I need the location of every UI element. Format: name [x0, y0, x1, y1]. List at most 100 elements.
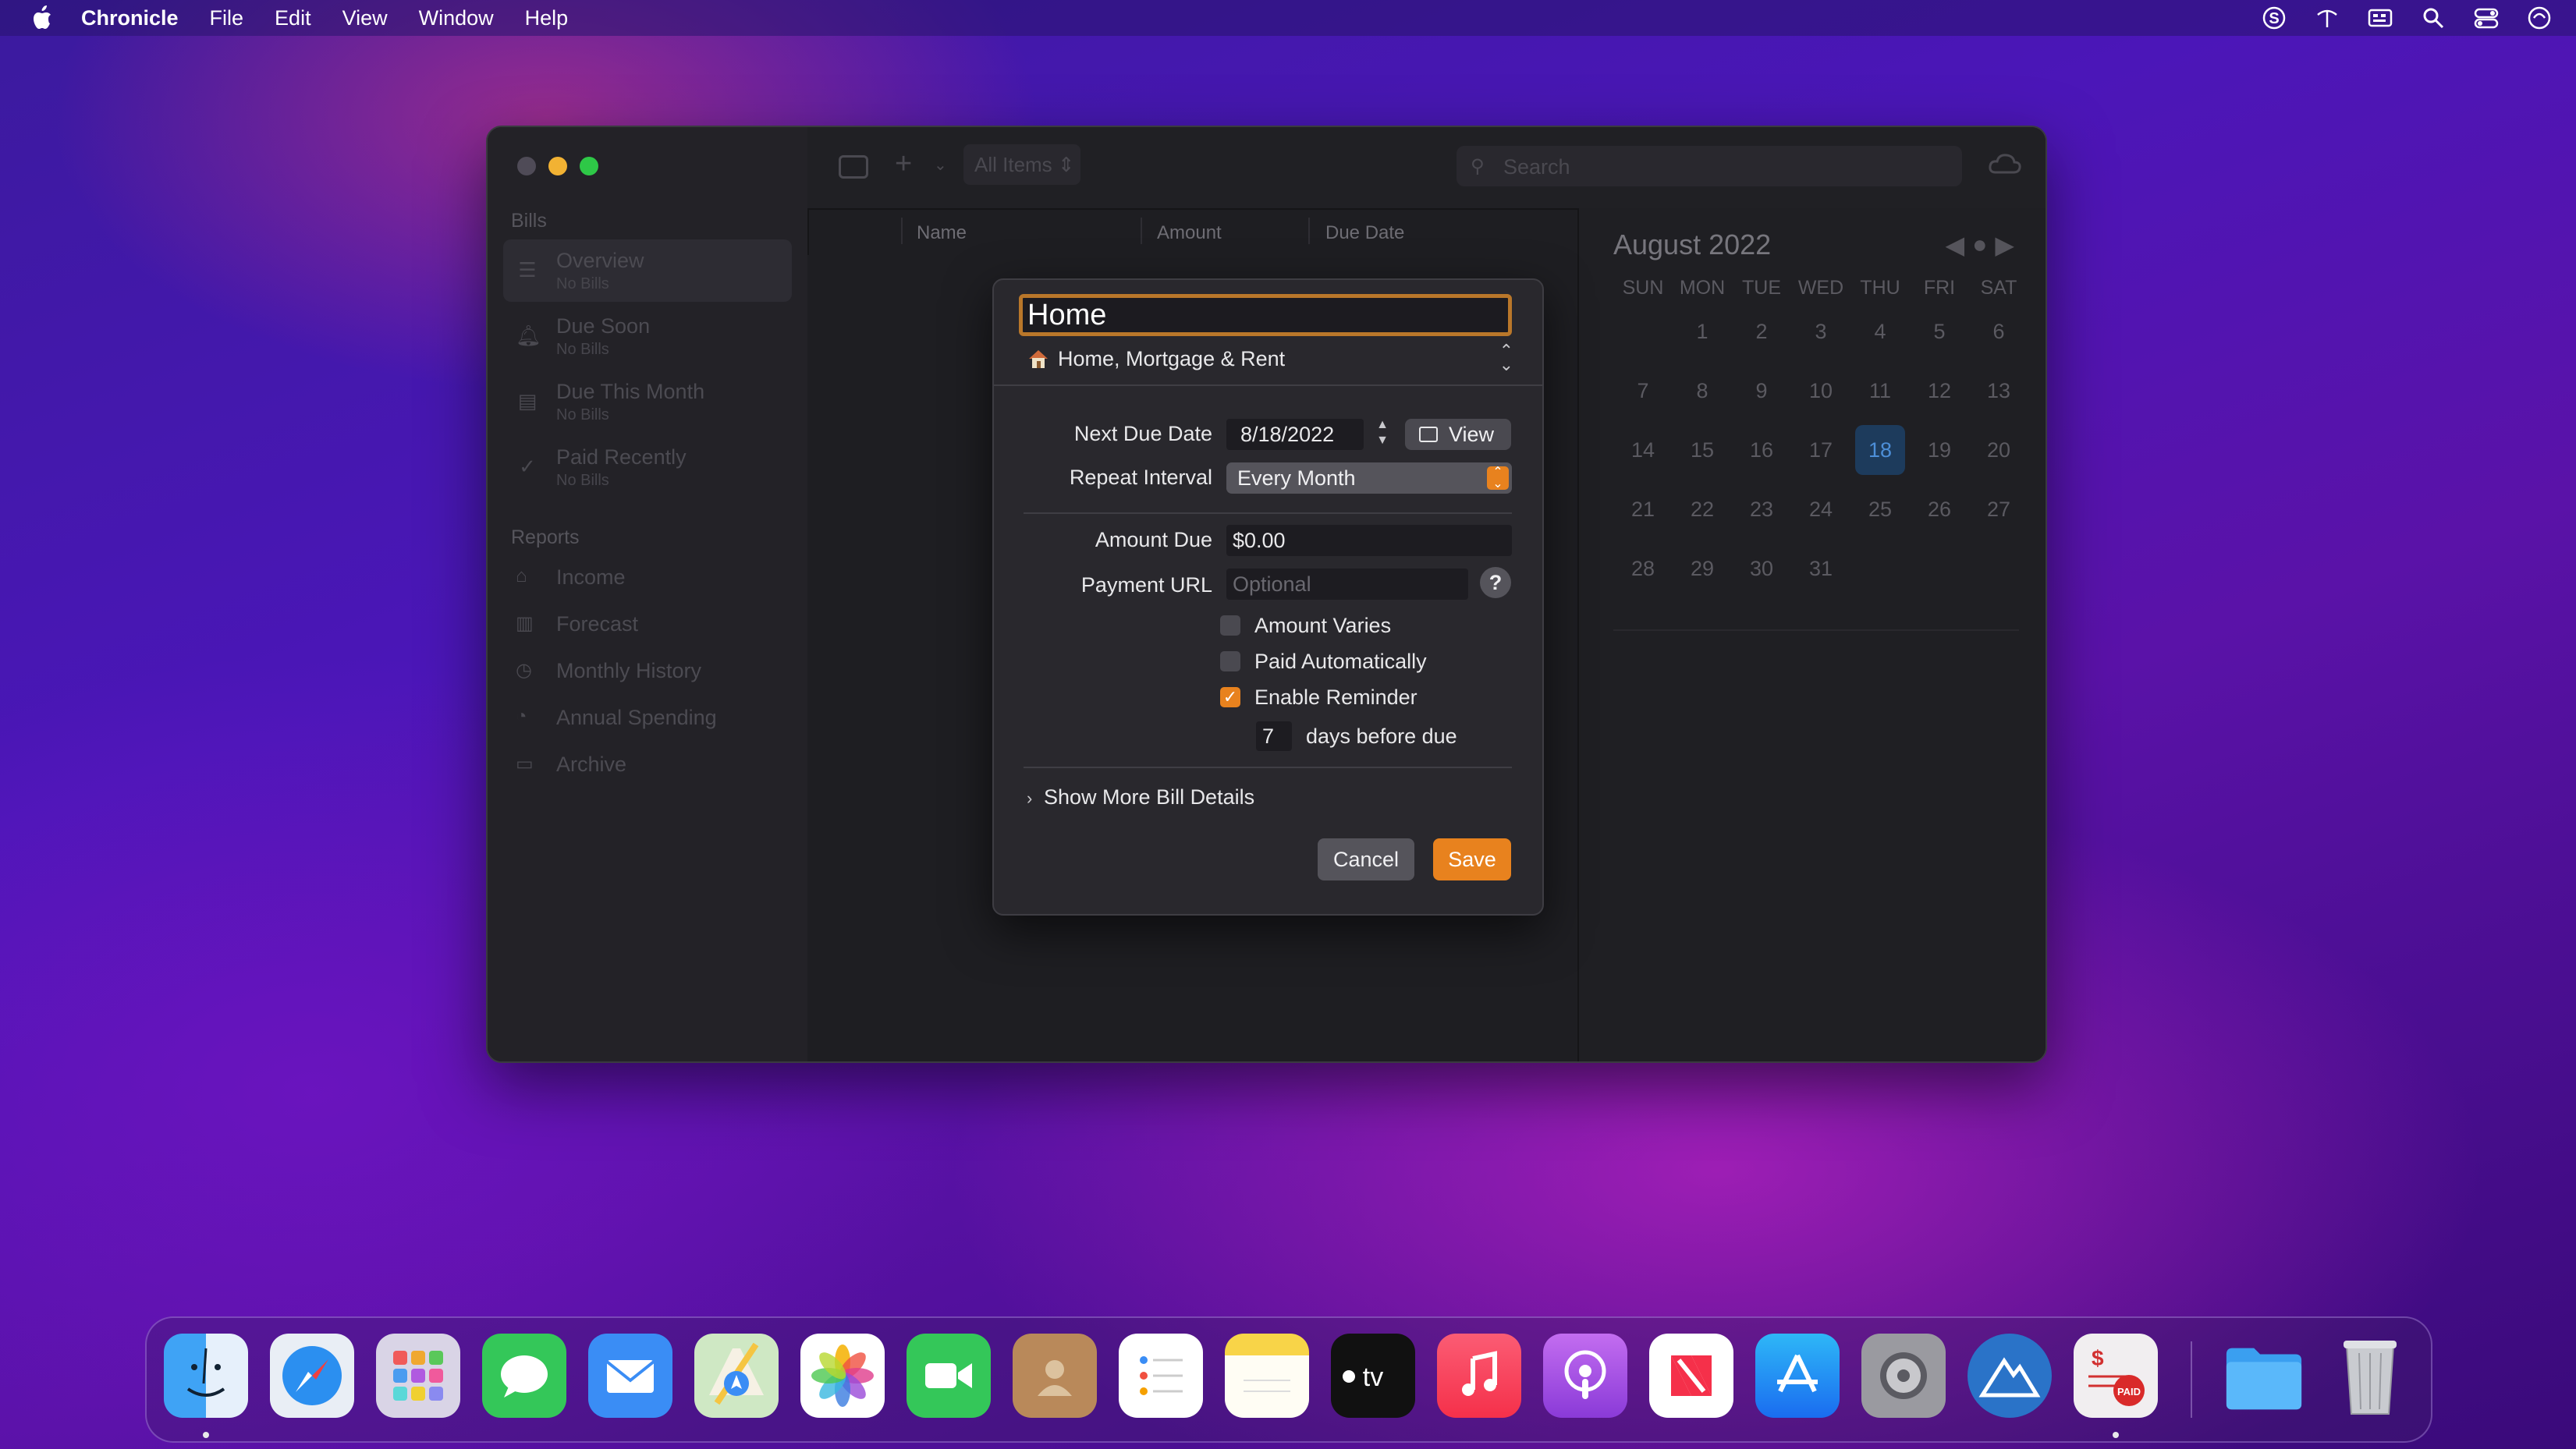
altitude-icon[interactable] — [1967, 1334, 2052, 1418]
menu-help[interactable]: Help — [525, 6, 569, 30]
messages-icon[interactable] — [482, 1334, 566, 1418]
sidebar-item-paid-recently[interactable]: ✓ Paid Recently No Bills — [503, 436, 792, 498]
downloads-folder-icon[interactable] — [2222, 1334, 2306, 1418]
menu-view[interactable]: View — [342, 6, 388, 30]
toggle-sidebar-icon[interactable] — [839, 155, 868, 179]
music-icon[interactable] — [1437, 1334, 1521, 1418]
column-header-amount[interactable]: Amount — [1157, 222, 1222, 244]
calendar-day[interactable]: 23 — [1737, 484, 1787, 534]
calendar-day[interactable]: 31 — [1796, 544, 1846, 593]
podcasts-icon[interactable] — [1543, 1334, 1627, 1418]
view-calendar-button[interactable]: View — [1405, 419, 1511, 450]
calendar-day[interactable]: 20 — [1974, 425, 2024, 475]
launchpad-icon[interactable] — [376, 1334, 460, 1418]
calendar-day[interactable]: 15 — [1677, 425, 1727, 475]
calendar-day[interactable]: 16 — [1737, 425, 1787, 475]
menu-file[interactable]: File — [210, 6, 244, 30]
calendar-day[interactable]: 14 — [1618, 425, 1668, 475]
calendar-day[interactable]: 30 — [1737, 544, 1787, 593]
menu-edit[interactable]: Edit — [275, 6, 311, 30]
menu-window[interactable]: Window — [419, 6, 494, 30]
payment-url-field[interactable]: Optional — [1226, 569, 1468, 600]
notes-icon[interactable] — [1225, 1334, 1309, 1418]
column-header-name[interactable]: Name — [917, 222, 967, 244]
sidebar-item-annual-spending[interactable]: ◔ Annual Spending — [503, 698, 792, 737]
amount-varies-checkbox[interactable] — [1220, 615, 1240, 636]
sidebar-item-overview[interactable]: ☰ Overview No Bills — [503, 239, 792, 302]
sidebar-item-forecast[interactable]: ▥ Forecast — [503, 604, 792, 643]
sidebar-item-due-soon[interactable]: 🔔︎ Due Soon No Bills — [503, 305, 792, 367]
next-due-date-field[interactable]: 8/18/2022 — [1226, 419, 1364, 450]
calendar-day[interactable]: 1 — [1677, 306, 1727, 356]
calendar-day[interactable]: 3 — [1796, 306, 1846, 356]
add-bill-icon[interactable]: + — [895, 147, 912, 181]
calendar-day[interactable]: 26 — [1914, 484, 1964, 534]
safari-icon[interactable] — [270, 1334, 354, 1418]
calendar-day[interactable]: 13 — [1974, 366, 2024, 416]
control-center-icon[interactable] — [2473, 5, 2500, 31]
category-popup[interactable]: Home, Mortgage & Rent ⌃ ⌄ — [1027, 342, 1513, 377]
calendar-day[interactable]: 9 — [1737, 366, 1787, 416]
contacts-icon[interactable] — [1013, 1334, 1097, 1418]
calendar-day-today[interactable]: 18 — [1855, 425, 1905, 475]
previous-month-icon[interactable]: ◀ — [1945, 230, 1964, 260]
app-store-icon[interactable] — [1755, 1334, 1840, 1418]
calendar-day[interactable]: 11 — [1855, 366, 1905, 416]
bill-name-input[interactable] — [1023, 298, 1508, 332]
repeat-interval-popup[interactable]: Every Month ⌃ ⌄ — [1226, 462, 1512, 494]
close-window-button[interactable] — [517, 157, 536, 175]
help-button[interactable]: ? — [1480, 567, 1511, 598]
apple-icon[interactable] — [30, 5, 53, 31]
sidebar-item-archive[interactable]: ▭ Archive — [503, 745, 792, 784]
cloud-icon[interactable] — [1988, 152, 2022, 175]
filter-popup[interactable]: All Items ⇕ — [963, 144, 1080, 185]
bill-name-field[interactable] — [1019, 294, 1512, 336]
tv-icon[interactable]: tv — [1331, 1334, 1415, 1418]
photos-icon[interactable] — [800, 1334, 885, 1418]
keyboard-icon[interactable] — [2367, 5, 2393, 31]
facetime-icon[interactable] — [907, 1334, 991, 1418]
wifi-off-icon[interactable] — [2314, 5, 2340, 31]
calendar-day[interactable]: 5 — [1914, 306, 1964, 356]
calendar-day[interactable]: 4 — [1855, 306, 1905, 356]
search-field[interactable]: ⚲ Search — [1457, 146, 1962, 186]
sidebar-item-income[interactable]: ⌂ Income — [503, 558, 792, 597]
calendar-day[interactable]: 12 — [1914, 366, 1964, 416]
finder-icon[interactable] — [164, 1334, 248, 1418]
amount-due-field[interactable]: $0.00 — [1226, 525, 1512, 556]
calendar-day[interactable]: 10 — [1796, 366, 1846, 416]
reminder-days-field[interactable]: 7 — [1256, 721, 1292, 751]
news-icon[interactable] — [1649, 1334, 1733, 1418]
s-circle-icon[interactable]: S — [2261, 5, 2287, 31]
amount-varies-label[interactable]: Amount Varies — [1254, 614, 1391, 638]
today-dot-icon[interactable]: ● — [1972, 230, 1987, 260]
calendar-day[interactable]: 28 — [1618, 544, 1668, 593]
calendar-day[interactable]: 25 — [1855, 484, 1905, 534]
calendar-day[interactable]: 19 — [1914, 425, 1964, 475]
minimize-window-button[interactable] — [548, 157, 567, 175]
enable-reminder-label[interactable]: Enable Reminder — [1254, 686, 1418, 710]
calendar-day[interactable]: 17 — [1796, 425, 1846, 475]
sidebar-item-monthly-history[interactable]: ◷ Monthly History — [503, 651, 792, 690]
calendar-day[interactable]: 21 — [1618, 484, 1668, 534]
siri-icon[interactable] — [2526, 5, 2553, 31]
mail-icon[interactable] — [588, 1334, 672, 1418]
maps-icon[interactable] — [694, 1334, 779, 1418]
date-stepper[interactable]: ▲ ▼ — [1374, 417, 1391, 452]
calendar-day[interactable]: 29 — [1677, 544, 1727, 593]
search-icon[interactable] — [2420, 5, 2446, 31]
calendar-day[interactable]: 2 — [1737, 306, 1787, 356]
menu-app-name[interactable]: Chronicle — [81, 6, 179, 30]
calendar-day[interactable]: 7 — [1618, 366, 1668, 416]
paid-automatically-label[interactable]: Paid Automatically — [1254, 650, 1427, 674]
show-more-details-disclosure[interactable]: › Show More Bill Details — [1027, 785, 1254, 810]
cancel-button[interactable]: Cancel — [1318, 838, 1414, 880]
column-header-due-date[interactable]: Due Date — [1325, 222, 1404, 244]
save-button[interactable]: Save — [1433, 838, 1511, 880]
zoom-window-button[interactable] — [580, 157, 598, 175]
calendar-day[interactable]: 8 — [1677, 366, 1727, 416]
next-month-icon[interactable]: ▶ — [1995, 230, 2014, 260]
calendar-day[interactable]: 24 — [1796, 484, 1846, 534]
reminders-icon[interactable] — [1119, 1334, 1203, 1418]
chronicle-icon[interactable]: $ PAID — [2074, 1334, 2158, 1418]
